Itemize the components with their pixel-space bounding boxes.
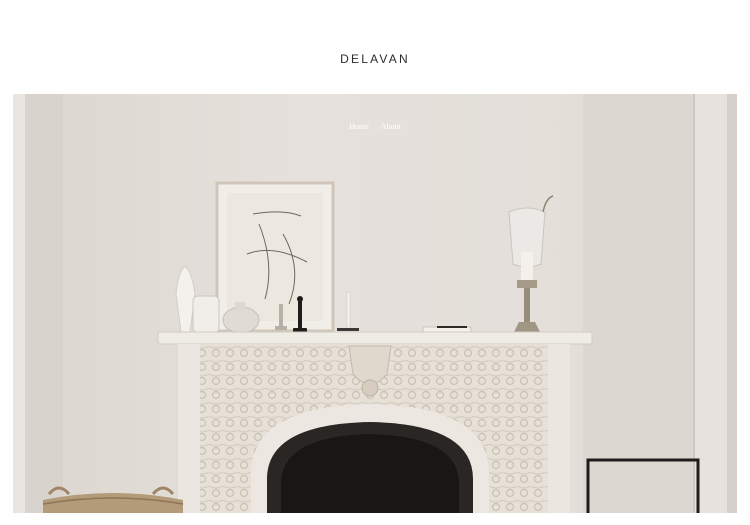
site-logo[interactable]: DELAVAN [0,52,750,66]
hero-image: Home About [13,94,737,513]
nav-home[interactable]: Home [349,122,369,131]
fireplace-photo [13,94,737,513]
nav-about[interactable]: About [381,122,401,131]
main-nav: Home About [13,122,737,131]
